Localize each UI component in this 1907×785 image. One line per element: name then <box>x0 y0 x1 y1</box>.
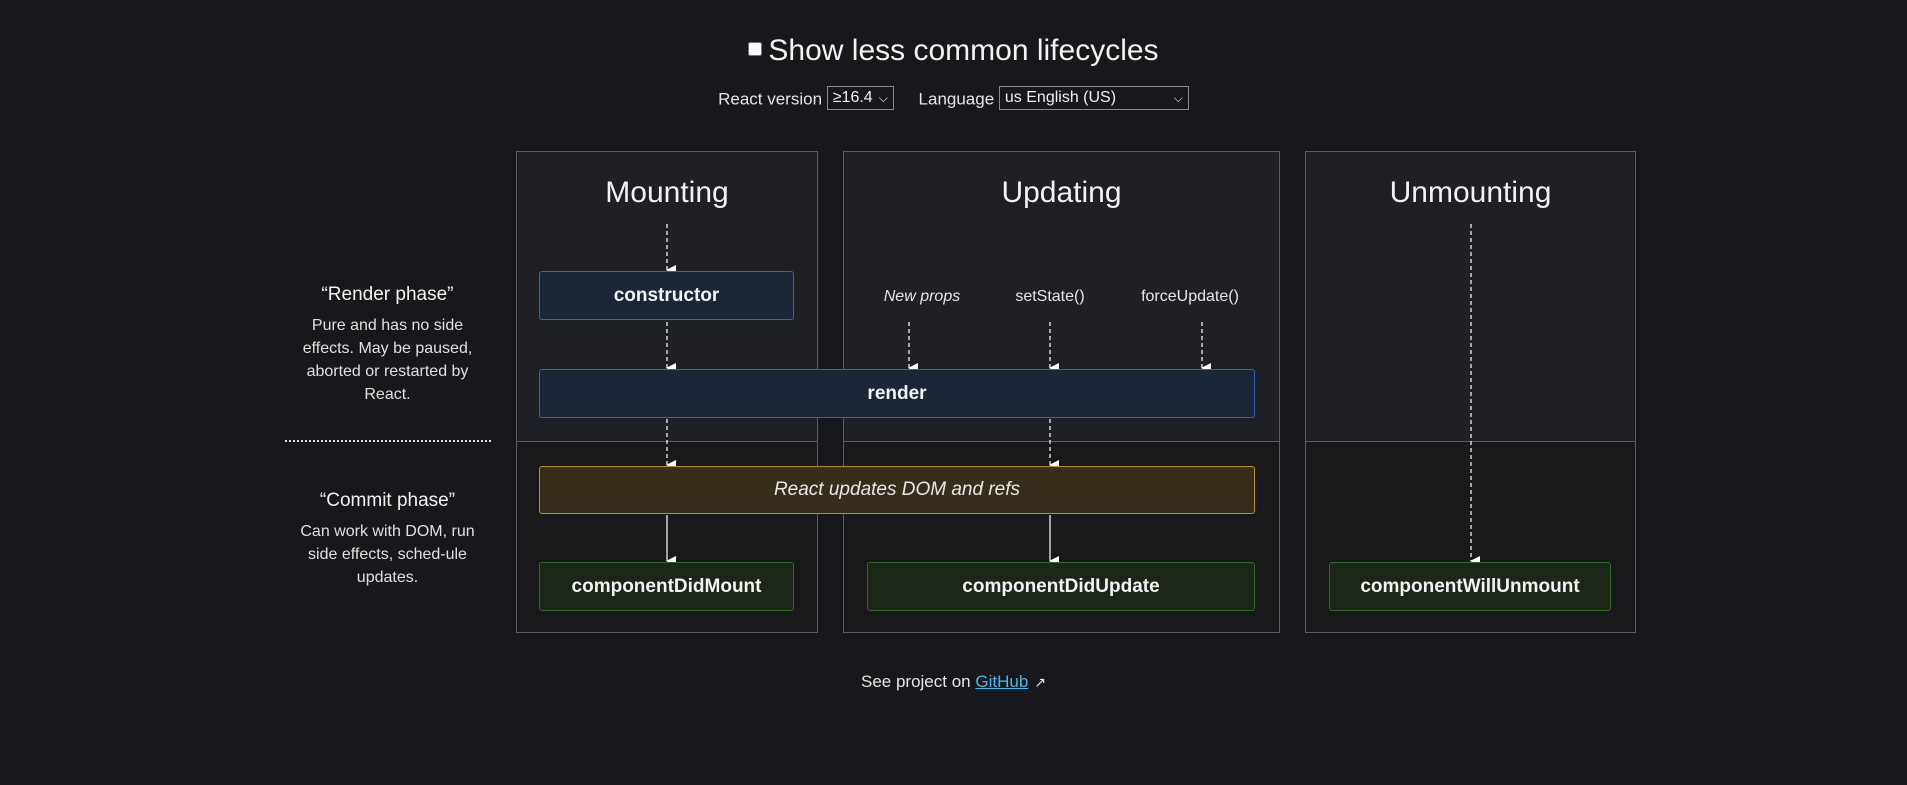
constructor-box[interactable]: constructor <box>539 271 794 320</box>
github-link[interactable]: GitHub <box>975 672 1028 691</box>
component-did-mount-box[interactable]: componentDidMount <box>539 562 794 611</box>
react-updates-dom-box: React updates DOM and refs <box>539 466 1255 514</box>
component-will-unmount-box[interactable]: componentWillUnmount <box>1329 562 1611 611</box>
external-link-icon: ↗ <box>1034 674 1047 690</box>
footer-prefix: See project on <box>860 672 971 691</box>
render-box[interactable]: render <box>539 369 1255 418</box>
component-did-update-box[interactable]: componentDidUpdate <box>867 562 1255 611</box>
footer: See project on GitHub ↗ <box>0 672 1907 692</box>
